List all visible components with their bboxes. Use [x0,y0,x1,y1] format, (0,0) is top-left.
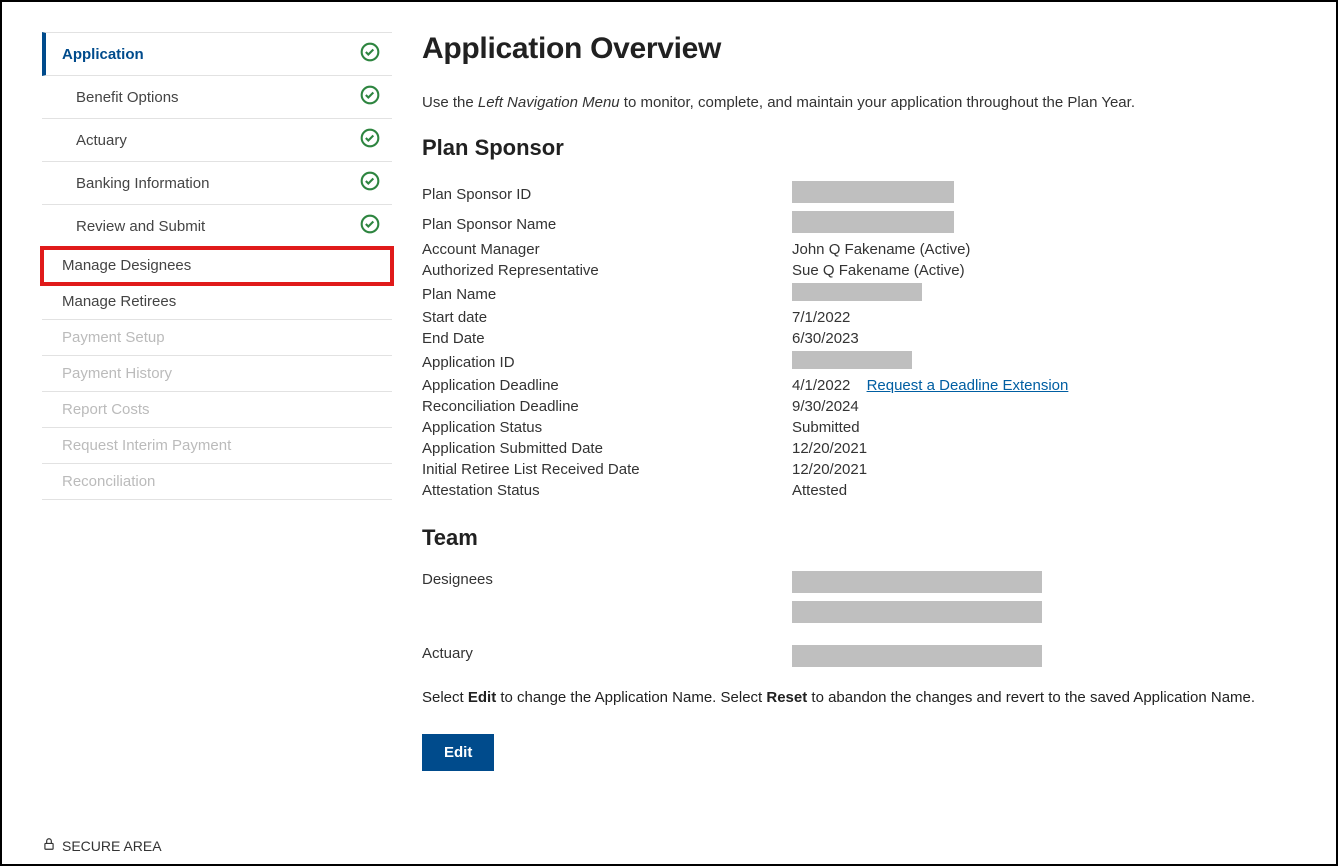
nav-item-review-submit[interactable]: Review and Submit [42,205,392,248]
field-label: Application ID [422,354,792,371]
nav-label: Banking Information [76,175,209,192]
nav-label: Benefit Options [76,89,179,106]
field-value: 12/20/2021 [792,440,867,457]
redacted-value [792,601,1042,623]
nav-item-payment-setup: Payment Setup [42,320,392,356]
edit-button[interactable]: Edit [422,734,494,771]
nav-label: Payment History [62,365,172,382]
field-application-status: Application Status Submitted [422,417,1276,438]
nav-label: Report Costs [62,401,150,418]
field-label: Plan Name [422,286,792,303]
edit-instruction: Select Edit to change the Application Na… [422,689,1276,706]
nav-item-benefit-options[interactable]: Benefit Options [42,76,392,119]
redacted-value [792,181,954,203]
field-application-submitted: Application Submitted Date 12/20/2021 [422,438,1276,459]
nav-label: Payment Setup [62,329,165,346]
plan-sponsor-heading: Plan Sponsor [422,135,1276,161]
page-title: Application Overview [422,32,1276,66]
secure-area-indicator: SECURE AREA [42,837,162,854]
nav-item-report-costs: Report Costs [42,392,392,428]
field-value: 6/30/2023 [792,330,859,347]
nav-item-payment-history: Payment History [42,356,392,392]
field-label: Plan Sponsor ID [422,186,792,203]
nav-item-banking-information[interactable]: Banking Information [42,162,392,205]
field-value: Submitted [792,419,860,436]
team-heading: Team [422,525,1276,551]
team-designees: Designees [422,569,1276,625]
field-plan-name: Plan Name [422,281,1276,307]
nav-item-actuary[interactable]: Actuary [42,119,392,162]
field-label: Application Status [422,419,792,436]
field-application-deadline: Application Deadline 4/1/2022 Request a … [422,375,1276,396]
field-label: Initial Retiree List Received Date [422,461,792,478]
nav-item-manage-retirees[interactable]: Manage Retirees [42,284,392,320]
request-deadline-extension-link[interactable]: Request a Deadline Extension [867,377,1069,394]
field-label: Application Deadline [422,377,792,394]
field-value: 9/30/2024 [792,398,859,415]
nav-label: Actuary [76,132,127,149]
team-actuary: Actuary [422,643,1276,669]
field-reconciliation-deadline: Reconciliation Deadline 9/30/2024 [422,396,1276,417]
field-value: 12/20/2021 [792,461,867,478]
field-label: Start date [422,309,792,326]
field-value: 4/1/2022 [792,377,850,394]
redacted-value [792,211,954,233]
field-account-manager: Account Manager John Q Fakename (Active) [422,239,1276,260]
redacted-value [792,571,1042,593]
field-label: Actuary [422,645,792,662]
check-icon [360,171,380,195]
intro-text: Use the Left Navigation Menu to monitor,… [422,94,1276,111]
nav-item-reconciliation: Reconciliation [42,464,392,500]
nav-label: Manage Designees [62,257,191,274]
nav-label: Review and Submit [76,218,205,235]
nav-label: Reconciliation [62,473,155,490]
check-icon [360,128,380,152]
check-icon [360,85,380,109]
redacted-value [792,283,922,301]
lock-icon [42,837,56,854]
check-icon [360,214,380,238]
nav-label: Application [62,46,144,63]
field-attestation-status: Attestation Status Attested [422,480,1276,501]
field-value: Sue Q Fakename (Active) [792,262,965,279]
redacted-value [792,351,912,369]
field-value: 7/1/2022 [792,309,850,326]
secure-label: SECURE AREA [62,838,162,854]
field-label: Authorized Representative [422,262,792,279]
field-label: Account Manager [422,241,792,258]
field-plan-sponsor-name: Plan Sponsor Name [422,209,1276,239]
field-label: Designees [422,571,792,588]
field-start-date: Start date 7/1/2022 [422,307,1276,328]
field-value: Attested [792,482,847,499]
check-icon [360,42,380,66]
field-authorized-rep: Authorized Representative Sue Q Fakename… [422,260,1276,281]
nav-label: Manage Retirees [62,293,176,310]
field-application-id: Application ID [422,349,1276,375]
nav-item-application[interactable]: Application [42,32,392,76]
field-end-date: End Date 6/30/2023 [422,328,1276,349]
redacted-value [792,645,1042,667]
field-retiree-list-received: Initial Retiree List Received Date 12/20… [422,459,1276,480]
field-label: Attestation Status [422,482,792,499]
field-value: John Q Fakename (Active) [792,241,970,258]
nav-item-manage-designees[interactable]: Manage Designees [42,248,392,284]
nav-label: Request Interim Payment [62,437,231,454]
nav-item-request-interim-payment: Request Interim Payment [42,428,392,464]
left-nav: Application Benefit Options Actuary Bank… [42,32,392,771]
field-label: End Date [422,330,792,347]
field-label: Reconciliation Deadline [422,398,792,415]
field-plan-sponsor-id: Plan Sponsor ID [422,179,1276,209]
field-label: Application Submitted Date [422,440,792,457]
main-content: Application Overview Use the Left Naviga… [422,32,1296,771]
field-label: Plan Sponsor Name [422,216,792,233]
